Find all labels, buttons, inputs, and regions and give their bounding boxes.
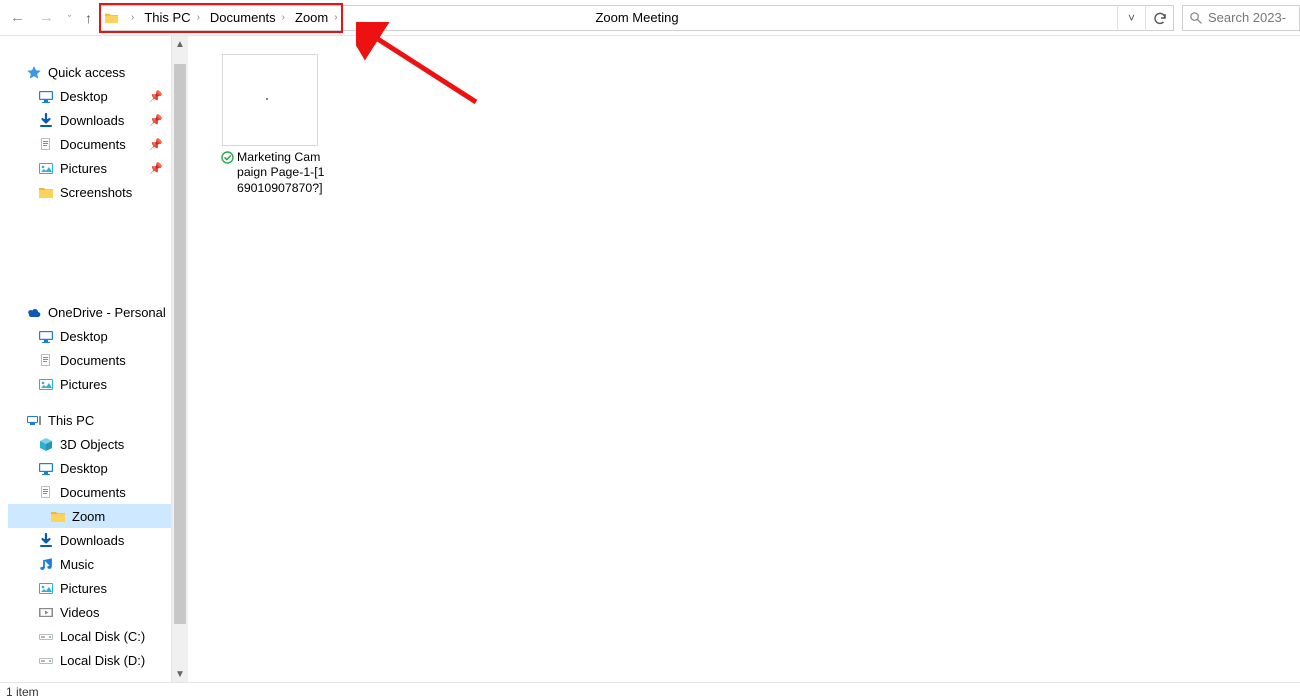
music-icon (38, 556, 54, 572)
tree-qa-screenshots[interactable]: Screenshots (8, 180, 171, 204)
status-bar: 1 item (0, 682, 1300, 700)
tree-qa-pictures[interactable]: Pictures 📌 (8, 156, 171, 180)
tree-label: Quick access (48, 65, 125, 80)
tree-label: Desktop (60, 461, 108, 476)
tree-label: Local Disk (C:) (60, 629, 145, 644)
pictures-icon (38, 376, 54, 392)
folder-icon (50, 508, 66, 524)
nav-tree: Quick access Desktop 📌 Downloads 📌 Documen… (0, 36, 172, 682)
pin-icon: 📌 (149, 114, 163, 127)
nav-history-dropdown-icon[interactable]: ˇ (68, 14, 71, 24)
tree-quick-access[interactable]: Quick access (8, 60, 171, 84)
search-input[interactable]: Search 2023- (1182, 5, 1300, 31)
tree-pc-music[interactable]: Music (8, 552, 171, 576)
address-dropdown-button[interactable]: ˅ (1117, 5, 1145, 31)
downloads-icon (38, 532, 54, 548)
file-list[interactable]: Marketing Campaign Page-1-[169010907870?… (188, 36, 1300, 682)
tree-pc-documents-zoom[interactable]: Zoom (8, 504, 171, 528)
drive-icon (38, 652, 54, 668)
cloud-icon (26, 304, 42, 320)
pin-icon: 📌 (149, 90, 163, 103)
tree-label: Pictures (60, 161, 107, 176)
tree-label: Local Disk (D:) (60, 653, 145, 668)
tree-pc-desktop[interactable]: Desktop (8, 456, 171, 480)
status-item-count: 1 item (6, 685, 39, 699)
tree-qa-downloads[interactable]: Downloads 📌 (8, 108, 171, 132)
breadcrumb-sep[interactable]: › (121, 6, 140, 30)
pin-icon: 📌 (149, 138, 163, 151)
sync-status-icon (221, 151, 234, 164)
tree-label: 3D Objects (60, 437, 124, 452)
tree-label: Documents (60, 137, 126, 152)
desktop-icon (38, 328, 54, 344)
tree-label: Pictures (60, 581, 107, 596)
drive-icon (38, 628, 54, 644)
address-folder-icon (101, 11, 121, 24)
tree-od-pictures[interactable]: Pictures (8, 372, 171, 396)
desktop-icon (38, 460, 54, 476)
tree-onedrive[interactable]: OneDrive - Personal (8, 300, 171, 324)
file-thumbnail (222, 54, 318, 146)
3d-icon (38, 436, 54, 452)
tree-qa-desktop[interactable]: Desktop 📌 (8, 84, 171, 108)
search-placeholder: Search 2023- (1208, 10, 1286, 25)
sidebar-scrollbar[interactable]: ▲ ▼ (172, 36, 188, 682)
folder-icon (38, 184, 54, 200)
tree-pc-drive-c[interactable]: Local Disk (C:) (8, 624, 171, 648)
nav-forward-icon[interactable]: → (39, 9, 54, 26)
tree-label: Downloads (60, 533, 124, 548)
pin-icon: 📌 (149, 162, 163, 175)
tree-label: Desktop (60, 329, 108, 344)
tree-qa-documents[interactable]: Documents 📌 (8, 132, 171, 156)
chevron-down-icon[interactable]: ▼ (172, 666, 188, 682)
breadcrumb-zoom[interactable]: Zoom› (291, 6, 344, 30)
tree-label: This PC (48, 413, 94, 428)
address-bar[interactable]: › This PC› Documents› Zoom› Zoom Meeting… (100, 5, 1174, 31)
tree-pc-pictures[interactable]: Pictures (8, 576, 171, 600)
search-icon (1189, 11, 1202, 24)
breadcrumb-thispc[interactable]: This PC› (140, 6, 206, 30)
tree-label: Documents (60, 485, 126, 500)
documents-icon (38, 484, 54, 500)
nav-back-icon[interactable]: ← (10, 9, 25, 26)
tree-pc-drive-d[interactable]: Local Disk (D:) (8, 648, 171, 672)
videos-icon (38, 604, 54, 620)
pictures-icon (38, 160, 54, 176)
tree-label: OneDrive - Personal (48, 305, 166, 320)
tree-label: Desktop (60, 89, 108, 104)
tree-od-desktop[interactable]: Desktop (8, 324, 171, 348)
tree-label: Zoom (72, 509, 105, 524)
tree-label: Music (60, 557, 94, 572)
tree-pc-downloads[interactable]: Downloads (8, 528, 171, 552)
tree-label: Documents (60, 353, 126, 368)
breadcrumb-documents[interactable]: Documents› (206, 6, 291, 30)
tree-label: Videos (60, 605, 100, 620)
tree-pc-documents[interactable]: Documents (8, 480, 171, 504)
scrollbar-thumb[interactable] (174, 64, 186, 624)
tree-label: Screenshots (60, 185, 132, 200)
pc-icon (26, 412, 42, 428)
toolbar: ← → ˇ ↑ › This PC› Documents› Zoom› Zoom… (0, 0, 1300, 36)
address-center-label: Zoom Meeting (595, 10, 678, 25)
tree-label: Downloads (60, 113, 124, 128)
file-name-label: Marketing Campaign Page-1-[169010907870?… (237, 150, 325, 196)
downloads-icon (38, 112, 54, 128)
tree-thispc[interactable]: This PC (8, 408, 171, 432)
star-icon (26, 64, 42, 80)
chevron-up-icon[interactable]: ▲ (172, 36, 188, 52)
pictures-icon (38, 580, 54, 596)
file-item[interactable]: Marketing Campaign Page-1-[169010907870?… (210, 54, 330, 196)
tree-label: Pictures (60, 377, 107, 392)
tree-pc-videos[interactable]: Videos (8, 600, 171, 624)
tree-pc-3d[interactable]: 3D Objects (8, 432, 171, 456)
documents-icon (38, 136, 54, 152)
tree-od-documents[interactable]: Documents (8, 348, 171, 372)
refresh-button[interactable] (1145, 5, 1173, 31)
nav-up-icon[interactable]: ↑ (85, 10, 92, 26)
documents-icon (38, 352, 54, 368)
desktop-icon (38, 88, 54, 104)
